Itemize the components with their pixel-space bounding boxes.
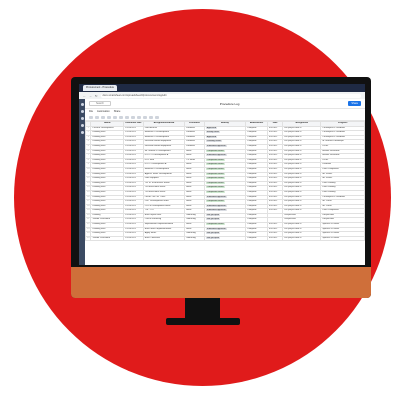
underline-icon[interactable] xyxy=(119,115,123,119)
status-chip: Submitted approval xyxy=(205,209,227,212)
status-chip: Completed status xyxy=(205,186,225,189)
star-icon[interactable] xyxy=(80,124,84,127)
undo-icon[interactable] xyxy=(89,115,93,119)
cell-activity[interactable]: Not yet open xyxy=(203,235,247,242)
cell-procedure[interactable]: Gathering xyxy=(184,235,205,242)
home-icon[interactable] xyxy=(80,103,84,106)
sheet-grid: Status Document Date Assigned/Unstarted … xyxy=(85,121,365,265)
table-row[interactable]: 7 Drawing Item 12/03/2021 0 DTP 0 Developme… xyxy=(85,153,365,159)
monitor-chin xyxy=(71,267,371,298)
status-chip: Submitted approval xyxy=(205,204,227,207)
status-chip: Not yet open xyxy=(205,236,221,239)
status-chip: Completed status xyxy=(205,172,225,175)
link-icon[interactable] xyxy=(149,115,153,119)
table-row[interactable]: 19 Drawing Item 12/03/2021 TIS / TOT Items Su… xyxy=(85,208,365,214)
back-icon[interactable]: ← xyxy=(83,94,86,98)
status-chip: Submitted approval xyxy=(205,154,227,157)
table-row[interactable]: 23 Drawing Item 12/03/2021 Base Items Imple… xyxy=(85,226,365,233)
status-chip: Completed status xyxy=(205,181,225,184)
status-chip: Pending status xyxy=(205,140,223,143)
redo-icon[interactable] xyxy=(95,115,99,119)
status-chip: Completed status xyxy=(205,177,225,180)
toolbar xyxy=(85,114,365,121)
table-row[interactable]: 16 Drawing Item 12/03/2021 OR A1 OR OR TORF… xyxy=(85,194,365,201)
menu-file[interactable]: File xyxy=(89,110,93,113)
status-chip: Not yet open xyxy=(205,218,221,221)
fill-color-icon[interactable] xyxy=(131,115,135,119)
address-input[interactable]: docs.smartsheet.com/spreadsheet/d/procur… xyxy=(100,93,361,98)
align-icon[interactable] xyxy=(137,115,141,119)
column-header-document-date[interactable]: Document Date xyxy=(123,121,144,127)
status-chip: Submitted approval xyxy=(205,144,227,147)
menu-automation[interactable]: Automation xyxy=(97,110,110,113)
screen: Procurement - Procedure ← → ↻ docs.smart… xyxy=(79,84,365,265)
browser-tab[interactable]: Procurement - Procedure xyxy=(83,85,118,91)
status-chip: Submitted approval xyxy=(205,227,227,230)
grid-icon[interactable] xyxy=(80,110,84,113)
table-row[interactable]: 18 Drawing Item 12/03/2021 L.DPS Developmen… xyxy=(85,203,365,210)
status-chip: Approved xyxy=(205,126,218,129)
doc-title: Procedure Log xyxy=(219,101,240,106)
cell-attachments[interactable]: Complete xyxy=(245,235,268,242)
cell-date[interactable]: 4/5/2021 xyxy=(266,235,284,242)
table-row[interactable]: 5 Drawing Item 12/03/2021 Finished related … xyxy=(85,144,365,150)
sheet-main: Search Procedure Log Share File Automati… xyxy=(85,99,365,265)
menu-share[interactable]: Share xyxy=(114,110,121,113)
sum-icon[interactable] xyxy=(155,115,159,119)
status-chip: Completed status xyxy=(205,223,225,226)
status-chip: Submitted approval xyxy=(205,195,227,198)
app-header: Search Procedure Log Share xyxy=(85,99,365,109)
share-button[interactable]: Share xyxy=(348,101,361,106)
bell-icon[interactable] xyxy=(80,117,84,120)
cell-assignment[interactable]: PM project date a xyxy=(282,235,322,242)
search-input[interactable]: Search xyxy=(89,101,111,106)
forward-icon[interactable]: → xyxy=(89,94,92,98)
status-chip: Ready Items xyxy=(205,131,221,134)
data-table: Status Document Date Assigned/Unstarted … xyxy=(85,121,365,242)
status-chip: Completed status xyxy=(205,163,225,166)
cell-progress[interactable]: Spencer R Street xyxy=(320,235,365,242)
status-chip: Completed status xyxy=(205,158,225,161)
status-chip: Completed status xyxy=(205,167,225,170)
italic-icon[interactable] xyxy=(113,115,117,119)
table-row[interactable]: 25 Vendor Procedure 12/03/2021 Base Collect… xyxy=(85,235,365,242)
table-body: 1 Procure Development 12/03/2021 Document A… xyxy=(85,125,365,242)
cell-document-date[interactable]: 12/03/2021 xyxy=(123,235,144,242)
text-color-icon[interactable] xyxy=(125,115,129,119)
status-chip: Not yet open xyxy=(205,213,221,216)
browser-tabbar: Procurement - Procedure xyxy=(79,84,365,92)
browser-urlbar: ← → ↻ docs.smartsheet.com/spreadsheet/d/… xyxy=(79,92,365,99)
app: Search Procedure Log Share File Automati… xyxy=(79,99,365,265)
status-chip: Approved xyxy=(205,135,218,138)
status-chip: Not yet open xyxy=(205,232,221,235)
settings-icon[interactable] xyxy=(80,131,84,134)
reload-icon[interactable]: ↻ xyxy=(95,94,98,98)
bold-icon[interactable] xyxy=(107,115,111,119)
status-chip: Completed status xyxy=(205,190,225,193)
wrap-icon[interactable] xyxy=(143,115,147,119)
status-chip: Completed status xyxy=(205,149,225,152)
filter-icon[interactable] xyxy=(101,115,105,119)
cell-status[interactable]: Vendor Procedure xyxy=(90,235,125,242)
status-chip: Completed status xyxy=(205,200,225,203)
cell-assigned[interactable]: Base Collection xyxy=(142,235,186,242)
monitor-stand-base xyxy=(166,318,240,325)
